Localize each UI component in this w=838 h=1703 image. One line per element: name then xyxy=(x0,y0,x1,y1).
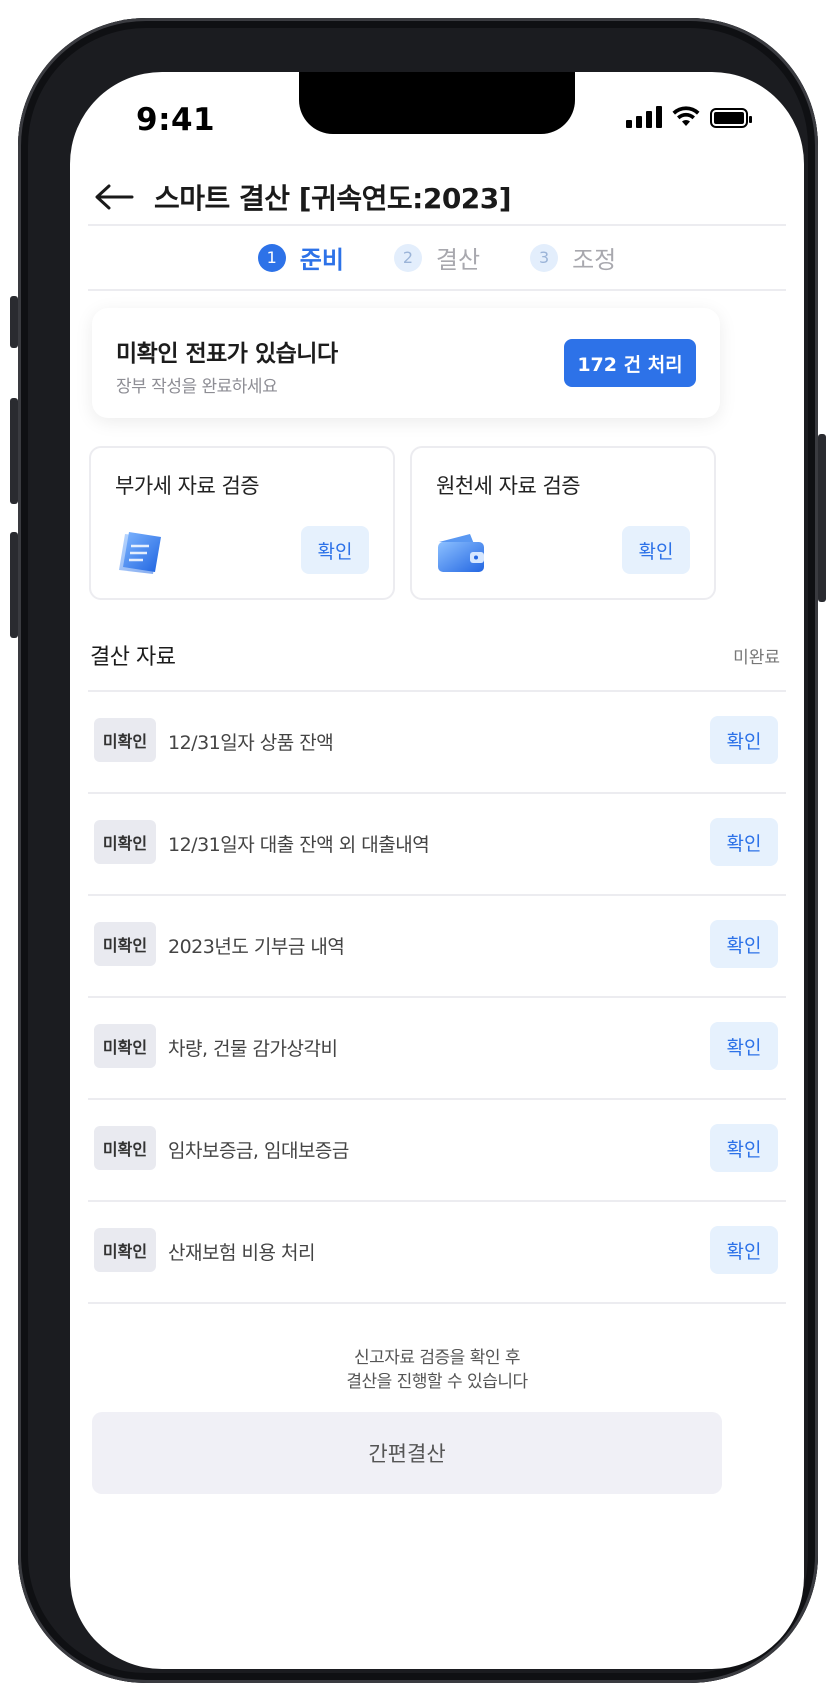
battery-icon xyxy=(710,108,752,128)
status-time: 9:41 xyxy=(136,102,216,138)
step-settlement[interactable]: 2 결산 xyxy=(393,240,481,275)
header-divider xyxy=(88,224,786,226)
page-title: 스마트 결산 [귀속연도:2023] xyxy=(154,182,512,215)
step-label: 조정 xyxy=(572,246,617,274)
header: 스마트 결산 [귀속연도:2023] xyxy=(92,162,780,232)
back-button[interactable] xyxy=(92,175,136,219)
app-screen: 9:41 스마트 결산 [귀속연도:2023] 1 준비 2 결산 3 조정 미… xyxy=(70,72,804,1669)
step-adjustment[interactable]: 3 조정 xyxy=(530,240,616,275)
status-badge: 미확인 xyxy=(94,1024,156,1068)
item-label: 임차보증금, 임대보증금 xyxy=(168,1140,349,1162)
step-number: 2 xyxy=(393,243,422,272)
notice-subtext: 장부 작성을 완료하세요 xyxy=(116,377,278,397)
quick-settlement-button[interactable]: 간편결산 xyxy=(92,1412,722,1494)
status-badge: 미확인 xyxy=(94,1228,156,1272)
list-item: 미확인 임차보증금, 임대보증금 확인 xyxy=(88,1098,786,1198)
silent-switch xyxy=(10,296,18,348)
step-number: 3 xyxy=(530,243,559,272)
settlement-section-title: 결산 자료 xyxy=(90,645,176,670)
process-entries-button[interactable]: 172 건 처리 xyxy=(564,339,696,387)
confirm-button[interactable]: 확인 xyxy=(710,716,778,764)
arrow-left-icon xyxy=(95,184,134,210)
list-item: 미확인 차량, 건물 감가상각비 확인 xyxy=(88,996,786,1096)
step-indicator: 1 준비 2 결산 3 조정 xyxy=(70,240,804,275)
item-label: 2023년도 기부금 내역 xyxy=(168,936,345,958)
unconfirmed-notice-card: 미확인 전표가 있습니다 장부 작성을 완료하세요 172 건 처리 xyxy=(92,308,720,418)
withholding-confirm-button[interactable]: 확인 xyxy=(622,526,690,574)
settlement-status: 미완료 xyxy=(733,648,780,668)
status-badge: 미확인 xyxy=(94,1126,156,1170)
footnote: 신고자료 검증을 확인 후 결산을 진행할 수 있습니다 xyxy=(70,1346,804,1394)
card-title: 부가세 자료 검증 xyxy=(115,474,260,498)
status-icons xyxy=(626,106,752,128)
confirm-button[interactable]: 확인 xyxy=(710,818,778,866)
wifi-icon xyxy=(672,106,700,126)
step-label: 결산 xyxy=(435,246,481,274)
document-icon xyxy=(119,532,161,574)
phone-frame: 9:41 스마트 결산 [귀속연도:2023] 1 준비 2 결산 3 조정 미… xyxy=(10,18,826,1683)
confirm-button[interactable]: 확인 xyxy=(710,1022,778,1070)
step-prepare[interactable]: 1 준비 xyxy=(257,240,344,275)
power-button xyxy=(818,434,826,602)
confirm-button[interactable]: 확인 xyxy=(710,1124,778,1172)
vat-verify-card[interactable]: 부가세 자료 검증 확인 xyxy=(89,446,395,600)
steps-divider xyxy=(88,289,786,291)
volume-up-button xyxy=(10,398,18,504)
status-badge: 미확인 xyxy=(94,922,156,966)
item-label: 12/31일자 상품 잔액 xyxy=(168,732,334,754)
item-label: 12/31일자 대출 잔액 외 대출내역 xyxy=(168,834,430,856)
signal-icon xyxy=(626,106,662,128)
vat-confirm-button[interactable]: 확인 xyxy=(301,526,369,574)
notice-heading: 미확인 전표가 있습니다 xyxy=(116,341,338,367)
status-badge: 미확인 xyxy=(94,718,156,762)
volume-down-button xyxy=(10,532,18,638)
card-title: 원천세 자료 검증 xyxy=(436,474,581,498)
step-number: 1 xyxy=(257,243,286,272)
confirm-button[interactable]: 확인 xyxy=(710,920,778,968)
footnote-line: 신고자료 검증을 확인 후 xyxy=(353,1348,521,1368)
item-label: 차량, 건물 감가상각비 xyxy=(168,1038,338,1060)
item-label: 산재보험 비용 처리 xyxy=(168,1242,315,1264)
footnote-line: 결산을 진행할 수 있습니다 xyxy=(346,1372,528,1392)
wallet-icon xyxy=(438,534,484,572)
list-item: 미확인 산재보험 비용 처리 확인 xyxy=(88,1200,786,1304)
list-item: 미확인 2023년도 기부금 내역 확인 xyxy=(88,894,786,994)
withholding-verify-card[interactable]: 원천세 자료 검증 확인 xyxy=(410,446,716,600)
notch xyxy=(299,72,575,134)
step-label: 준비 xyxy=(299,246,344,274)
status-badge: 미확인 xyxy=(94,820,156,864)
list-item: 미확인 12/31일자 대출 잔액 외 대출내역 확인 xyxy=(88,792,786,892)
confirm-button[interactable]: 확인 xyxy=(710,1226,778,1274)
list-item: 미확인 12/31일자 상품 잔액 확인 xyxy=(88,690,786,790)
